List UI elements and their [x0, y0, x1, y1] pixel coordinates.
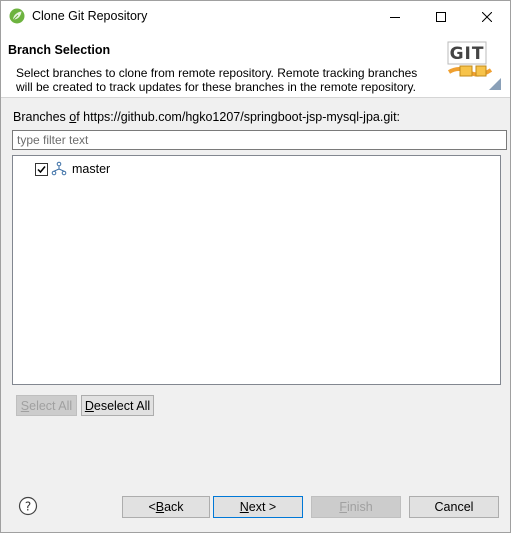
title-bar: Clone Git Repository [1, 1, 510, 32]
master-checkbox[interactable] [35, 162, 48, 176]
cancel-button[interactable]: Cancel [409, 496, 499, 518]
clone-git-repository-dialog: Clone Git Repository Branch Selection Se… [0, 0, 511, 533]
svg-text:GIT: GIT [450, 44, 485, 64]
minimize-button[interactable] [372, 1, 418, 32]
filter-input[interactable] [12, 130, 507, 150]
svg-text:?: ? [25, 500, 31, 514]
branch-tree[interactable]: master [12, 155, 501, 385]
branch-label: master [72, 162, 111, 176]
maximize-icon [436, 11, 446, 22]
wizard-banner: Branch Selection Select branches to clon… [1, 32, 510, 98]
minimize-icon [390, 16, 400, 18]
git-logo-icon: GIT [439, 36, 501, 92]
checkmark-icon [37, 165, 46, 173]
deselect-all-button[interactable]: Deselect All [81, 395, 154, 416]
close-button[interactable] [464, 1, 510, 32]
branch-icon [51, 161, 67, 176]
spring-leaf-icon [9, 8, 25, 24]
page-title: Branch Selection [8, 43, 111, 57]
page-description: Select branches to clone from remote rep… [16, 66, 418, 94]
branches-label: Branches of https://github.com/hgko1207/… [13, 110, 401, 124]
select-all-button[interactable]: Select All [16, 395, 77, 416]
finish-button[interactable]: Finish [311, 496, 401, 518]
close-icon [482, 11, 492, 22]
maximize-button[interactable] [418, 1, 464, 32]
back-button[interactable]: < Back [122, 496, 210, 518]
window-title: Clone Git Repository [32, 9, 148, 23]
list-item[interactable]: master [35, 161, 110, 177]
help-icon[interactable]: ? [18, 496, 38, 516]
next-button[interactable]: Next > [213, 496, 303, 518]
